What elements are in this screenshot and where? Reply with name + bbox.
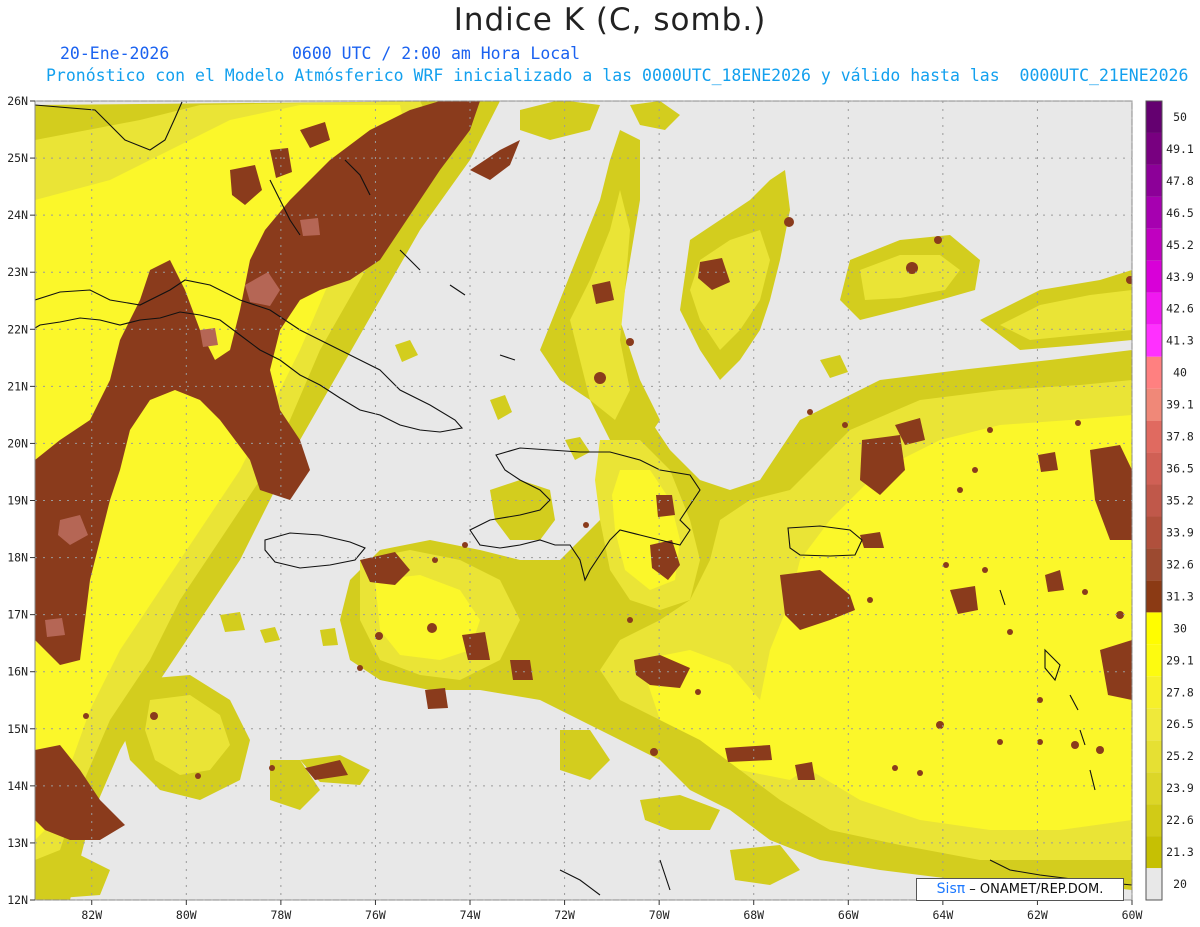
colorbar-label: 41.3 (1166, 334, 1194, 348)
tick-label-lat: 22N (7, 322, 28, 336)
colorbar-label: 30 (1173, 621, 1187, 635)
tick-label-lon: 80W (176, 908, 197, 922)
colorbar-label: 42.6 (1166, 302, 1194, 316)
colorbar-label: 40 (1173, 366, 1187, 380)
tick-label-lat: 25N (7, 151, 28, 165)
colorbar-label: 26.5 (1166, 717, 1194, 731)
colorbar-swatch (1146, 708, 1162, 741)
tick-label-lon: 64W (932, 908, 953, 922)
tick-label-lat: 19N (7, 494, 28, 508)
colorbar-label: 39.1 (1166, 398, 1194, 412)
tick-label-lat: 15N (7, 722, 28, 736)
tick-label-lat: 12N (7, 893, 28, 907)
colorbar-swatch (1146, 868, 1162, 900)
colorbar-label: 35.2 (1166, 494, 1194, 508)
colorbar-label: 49.1 (1166, 142, 1194, 156)
tick-label-lat: 13N (7, 836, 28, 850)
colorbar-swatch (1146, 644, 1162, 677)
colorbar-swatch (1146, 388, 1162, 421)
colorbar-swatch (1146, 132, 1162, 165)
colorbar-swatch (1146, 484, 1162, 517)
tick-label-lon: 78W (270, 908, 291, 922)
colorbar-label: 21.3 (1166, 845, 1194, 859)
colorbar: 20 21.3 22.6 23.9 25.2 26.5 27.8 29.1 30 31.3 32.6… (1145, 100, 1194, 901)
colorbar-swatch (1146, 452, 1162, 485)
colorbar-swatch (1146, 324, 1162, 357)
tick-label-lat: 20N (7, 436, 28, 450)
tick-label-lon: 62W (1027, 908, 1048, 922)
tick-label-lat: 18N (7, 551, 28, 565)
tick-label-lat: 26N (7, 94, 28, 108)
colorbar-swatch (1146, 676, 1162, 709)
tick-label-lat: 21N (7, 379, 28, 393)
colorbar-label: 50 (1173, 110, 1187, 124)
credit-text: – ONAMET/REP.DOM. (965, 882, 1104, 897)
colorbar-swatch (1146, 516, 1162, 549)
tick-label-lat: 14N (7, 779, 28, 793)
tick-label-lat: 24N (7, 208, 28, 222)
colorbar-label: 46.5 (1166, 206, 1194, 220)
colorbar-swatch (1146, 292, 1162, 325)
colorbar-label: 27.8 (1166, 685, 1194, 699)
tick-label-lat: 16N (7, 665, 28, 679)
colorbar-label: 32.6 (1166, 557, 1194, 571)
tick-label-lon: 60W (1122, 908, 1143, 922)
colorbar-swatch (1146, 420, 1162, 453)
colorbar-swatch (1146, 260, 1162, 293)
tick-label-lon: 76W (365, 908, 386, 922)
tick-label-lon: 82W (81, 908, 102, 922)
k-index-map: 82W 80W 78W 76W 74W 72W 70W 68W 66W 64W 62W 60W 12N 1… (7, 94, 1194, 922)
colorbar-label: 36.5 (1166, 462, 1194, 476)
colorbar-swatch (1146, 772, 1162, 805)
colorbar-swatch (1146, 548, 1162, 581)
tick-label-lon: 66W (838, 908, 859, 922)
tick-label-lat: 17N (7, 608, 28, 622)
colorbar-swatch (1146, 740, 1162, 773)
colorbar-swatch (1146, 836, 1162, 869)
colorbar-label: 29.1 (1166, 653, 1194, 667)
colorbar-swatch (1146, 164, 1162, 197)
tick-label-lat: 23N (7, 265, 28, 279)
colorbar-label: 47.8 (1166, 174, 1194, 188)
colorbar-swatch (1146, 101, 1162, 133)
colorbar-swatch (1146, 228, 1162, 261)
colorbar-label: 20 (1173, 877, 1187, 891)
colorbar-label: 31.3 (1166, 589, 1194, 603)
colorbar-label: 33.9 (1166, 525, 1194, 539)
colorbar-label: 25.2 (1166, 749, 1194, 763)
colorbar-label: 43.9 (1166, 270, 1194, 284)
colorbar-label: 45.2 (1166, 238, 1194, 252)
colorbar-label: 22.6 (1166, 813, 1194, 827)
tick-label-lon: 68W (743, 908, 764, 922)
colorbar-swatch (1146, 580, 1162, 613)
tick-label-lon: 72W (554, 908, 575, 922)
colorbar-label: 23.9 (1166, 781, 1194, 795)
tick-label-lon: 70W (649, 908, 670, 922)
colorbar-label: 37.8 (1166, 430, 1194, 444)
colorbar-swatch (1146, 196, 1162, 229)
tick-label-lon: 74W (460, 908, 481, 922)
credit-box: Sisπ – ONAMET/REP.DOM. (916, 878, 1124, 901)
colorbar-swatch (1146, 612, 1162, 645)
colorbar-swatch (1146, 356, 1162, 389)
sispi-logo: Sisπ (936, 881, 966, 897)
colorbar-swatch (1146, 804, 1162, 837)
